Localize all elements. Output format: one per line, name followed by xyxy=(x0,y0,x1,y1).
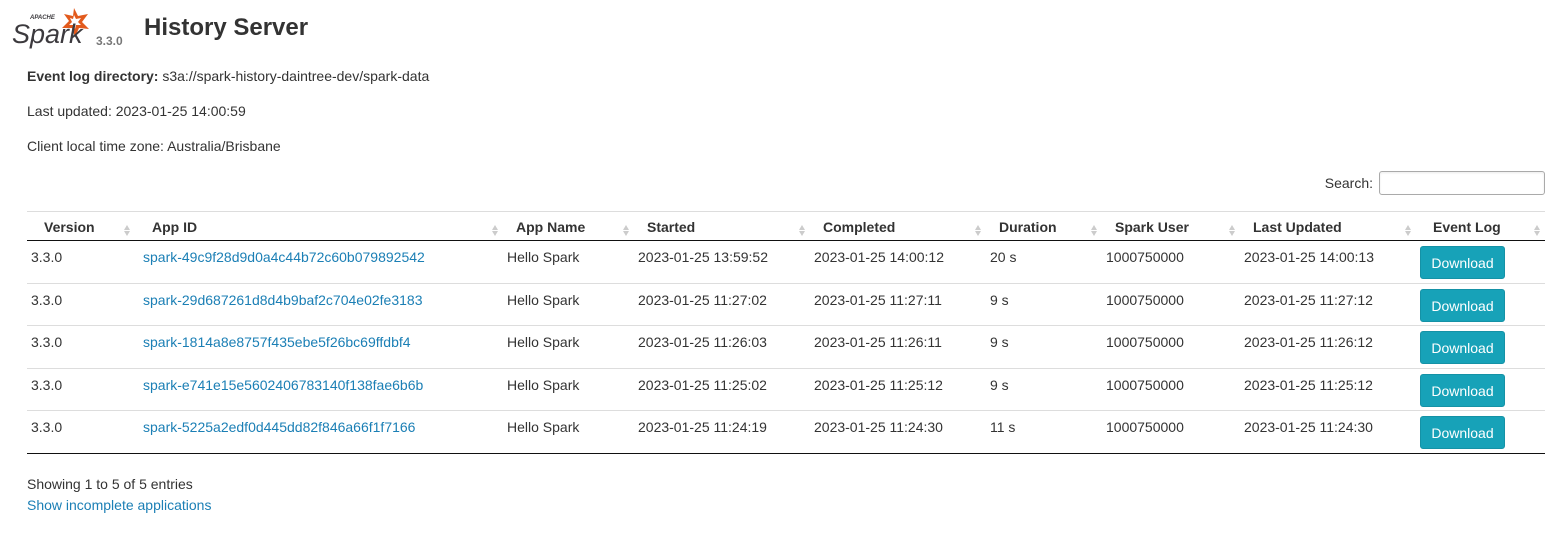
cell-completed: 2023-01-25 11:24:30 xyxy=(810,410,986,454)
cell-completed: 2023-01-25 14:00:12 xyxy=(810,240,986,284)
download-button[interactable]: Download xyxy=(1420,373,1505,407)
cell-started: 2023-01-25 11:27:02 xyxy=(634,283,810,326)
search-label: Search: xyxy=(1324,175,1373,191)
client-timezone: Client local time zone: Australia/Brisba… xyxy=(27,138,281,154)
cell-app-id: spark-49c9f28d9d0a4c44b72c60b079892542 xyxy=(135,240,503,284)
event-log-directory: Event log directory: s3a://spark-history… xyxy=(27,68,429,84)
cell-spark-user: 1000750000 xyxy=(1102,410,1240,454)
event-log-value: s3a://spark-history-daintree-dev/spark-d… xyxy=(162,68,430,84)
sort-icon xyxy=(1405,225,1412,237)
app-id-link[interactable]: spark-1814a8e8757f435ebe5f26bc69ffdbf4 xyxy=(143,334,411,350)
app-id-link[interactable]: spark-49c9f28d9d0a4c44b72c60b079892542 xyxy=(143,249,425,265)
cell-last-updated: 2023-01-25 11:24:30 xyxy=(1240,410,1416,454)
spark-logo[interactable]: APACHE Spark xyxy=(12,6,92,50)
cell-spark-user: 1000750000 xyxy=(1102,283,1240,326)
cell-duration: 9 s xyxy=(986,368,1102,411)
cell-app-name: Hello Spark xyxy=(503,410,634,454)
table-header-row: Version App ID App Name Started Complete… xyxy=(27,211,1545,241)
cell-version: 3.3.0 xyxy=(27,240,135,284)
cell-event-log: Download xyxy=(1416,325,1545,369)
cell-duration: 20 s xyxy=(986,240,1102,284)
show-incomplete-link[interactable]: Show incomplete applications xyxy=(27,497,211,513)
column-header-last-updated[interactable]: Last Updated xyxy=(1240,211,1416,241)
table-row: 3.3.0 spark-29d687261d8d4b9baf2c704e02fe… xyxy=(27,283,1545,326)
column-header-spark-user[interactable]: Spark User xyxy=(1102,211,1240,241)
sort-icon xyxy=(1229,225,1236,237)
column-header-version[interactable]: Version xyxy=(27,211,135,241)
cell-app-name: Hello Spark xyxy=(503,283,634,326)
page-title: History Server xyxy=(144,14,309,41)
column-header-app-name[interactable]: App Name xyxy=(503,211,634,241)
cell-last-updated: 2023-01-25 11:27:12 xyxy=(1240,283,1416,326)
search-container: Search: xyxy=(1325,171,1545,195)
app-id-link[interactable]: spark-29d687261d8d4b9baf2c704e02fe3183 xyxy=(143,292,422,308)
column-header-completed[interactable]: Completed xyxy=(810,211,986,241)
cell-event-log: Download xyxy=(1416,240,1545,284)
cell-version: 3.3.0 xyxy=(27,325,135,369)
cell-duration: 9 s xyxy=(986,283,1102,326)
applications-table: Version App ID App Name Started Complete… xyxy=(27,211,1545,454)
cell-spark-user: 1000750000 xyxy=(1102,368,1240,411)
cell-app-id: spark-e741e15e5602406783140f138fae6b6b xyxy=(135,368,503,411)
cell-completed: 2023-01-25 11:27:11 xyxy=(810,283,986,326)
page-header: APACHE Spark 3.3.0 History Server xyxy=(12,6,712,54)
table-entries-info: Showing 1 to 5 of 5 entries xyxy=(27,476,193,492)
cell-app-id: spark-29d687261d8d4b9baf2c704e02fe3183 xyxy=(135,283,503,326)
app-id-link[interactable]: spark-5225a2edf0d445dd82f846a66f1f7166 xyxy=(143,419,415,435)
cell-last-updated: 2023-01-25 14:00:13 xyxy=(1240,240,1416,284)
sort-icon xyxy=(1091,225,1098,237)
cell-event-log: Download xyxy=(1416,410,1545,454)
cell-event-log: Download xyxy=(1416,368,1545,411)
cell-duration: 9 s xyxy=(986,325,1102,369)
table-row: 3.3.0 spark-49c9f28d9d0a4c44b72c60b07989… xyxy=(27,240,1545,284)
sort-icon xyxy=(124,225,131,237)
download-button[interactable]: Download xyxy=(1420,331,1505,364)
sort-icon xyxy=(623,225,630,237)
cell-app-id: spark-1814a8e8757f435ebe5f26bc69ffdbf4 xyxy=(135,325,503,369)
spark-version: 3.3.0 xyxy=(96,34,123,48)
table-row: 3.3.0 spark-5225a2edf0d445dd82f846a66f1f… xyxy=(27,410,1545,454)
cell-last-updated: 2023-01-25 11:25:12 xyxy=(1240,368,1416,411)
cell-version: 3.3.0 xyxy=(27,368,135,411)
app-id-link[interactable]: spark-e741e15e5602406783140f138fae6b6b xyxy=(143,377,423,393)
cell-event-log: Download xyxy=(1416,283,1545,326)
cell-spark-user: 1000750000 xyxy=(1102,240,1240,284)
search-input[interactable] xyxy=(1379,171,1545,195)
last-updated: Last updated: 2023-01-25 14:00:59 xyxy=(27,103,246,119)
cell-started: 2023-01-25 11:25:02 xyxy=(634,368,810,411)
download-button[interactable]: Download xyxy=(1420,416,1505,449)
cell-app-name: Hello Spark xyxy=(503,325,634,369)
cell-app-id: spark-5225a2edf0d445dd82f846a66f1f7166 xyxy=(135,410,503,454)
cell-version: 3.3.0 xyxy=(27,410,135,454)
cell-last-updated: 2023-01-25 11:26:12 xyxy=(1240,325,1416,369)
svg-text:Spark: Spark xyxy=(12,19,84,49)
sort-icon xyxy=(492,225,499,237)
cell-completed: 2023-01-25 11:25:12 xyxy=(810,368,986,411)
column-header-event-log[interactable]: Event Log xyxy=(1416,211,1545,241)
cell-started: 2023-01-25 11:24:19 xyxy=(634,410,810,454)
download-button[interactable]: Download xyxy=(1420,246,1505,279)
column-header-app-id[interactable]: App ID xyxy=(135,211,503,241)
column-header-duration[interactable]: Duration xyxy=(986,211,1102,241)
sort-icon xyxy=(975,225,982,237)
table-row: 3.3.0 spark-1814a8e8757f435ebe5f26bc69ff… xyxy=(27,325,1545,369)
cell-started: 2023-01-25 13:59:52 xyxy=(634,240,810,284)
cell-app-name: Hello Spark xyxy=(503,368,634,411)
column-header-started[interactable]: Started xyxy=(634,211,810,241)
event-log-label: Event log directory: xyxy=(27,68,159,84)
cell-app-name: Hello Spark xyxy=(503,240,634,284)
sort-icon xyxy=(799,225,806,237)
cell-version: 3.3.0 xyxy=(27,283,135,326)
sort-icon xyxy=(1534,225,1541,237)
cell-started: 2023-01-25 11:26:03 xyxy=(634,325,810,369)
table-row: 3.3.0 spark-e741e15e5602406783140f138fae… xyxy=(27,368,1545,411)
cell-spark-user: 1000750000 xyxy=(1102,325,1240,369)
cell-duration: 11 s xyxy=(986,410,1102,454)
cell-completed: 2023-01-25 11:26:11 xyxy=(810,325,986,369)
download-button[interactable]: Download xyxy=(1420,288,1505,322)
